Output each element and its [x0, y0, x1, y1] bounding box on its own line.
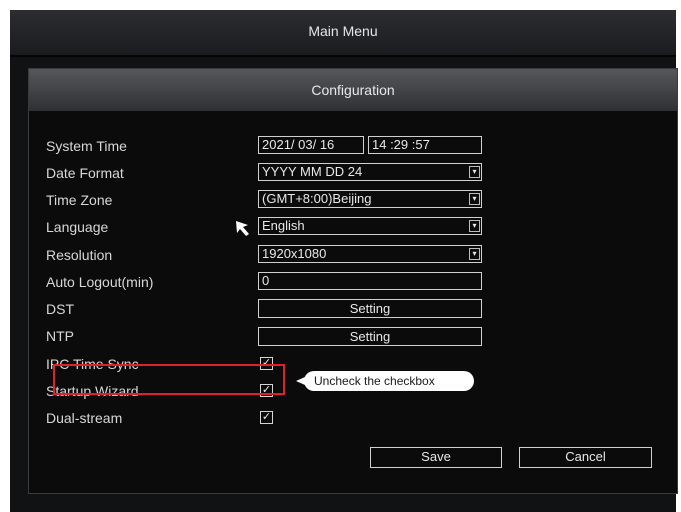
system-time-field[interactable]: 14 :29 :57	[368, 136, 482, 154]
date-format-select[interactable]: YYYY MM DD 24 ▾	[258, 163, 482, 181]
language-label: Language	[46, 219, 109, 235]
system-time-label: System Time	[46, 138, 127, 154]
dst-setting-button[interactable]: Setting	[258, 299, 482, 318]
dual-stream-label: Dual-stream	[46, 410, 123, 426]
chevron-down-icon[interactable]: ▾	[469, 248, 480, 260]
cancel-button[interactable]: Cancel	[519, 447, 652, 468]
time-zone-select[interactable]: (GMT+8:00)Beijing ▾	[258, 190, 482, 208]
dvr-screen: Main Menu Configuration System Time Date…	[10, 10, 678, 512]
resolution-select[interactable]: 1920x1080 ▾	[258, 245, 482, 263]
dual-stream-checkbox[interactable]: ✓	[260, 411, 273, 424]
date-format-value: YYYY MM DD 24	[262, 164, 363, 179]
configuration-title: Configuration	[29, 69, 677, 111]
main-menu-title: Main Menu	[10, 10, 676, 57]
time-zone-label: Time Zone	[46, 192, 113, 208]
auto-logout-input[interactable]: 0	[258, 272, 482, 290]
time-zone-value: (GMT+8:00)Beijing	[262, 191, 372, 206]
chevron-down-icon[interactable]: ▾	[469, 193, 480, 205]
system-date-field[interactable]: 2021/ 03/ 16	[258, 136, 364, 154]
language-value: English	[262, 218, 305, 233]
language-select[interactable]: English ▾	[258, 217, 482, 235]
mouse-pointer-icon	[236, 221, 249, 236]
chevron-down-icon[interactable]: ▾	[469, 166, 480, 178]
date-format-label: Date Format	[46, 165, 124, 181]
startup-wizard-highlight	[53, 364, 285, 395]
ntp-setting-button[interactable]: Setting	[258, 327, 482, 346]
dst-label: DST	[46, 301, 74, 317]
save-button[interactable]: Save	[370, 447, 502, 468]
ntp-label: NTP	[46, 328, 74, 344]
chevron-down-icon[interactable]: ▾	[469, 220, 480, 232]
instruction-callout: Uncheck the checkbox	[304, 371, 474, 391]
resolution-value: 1920x1080	[262, 246, 327, 261]
resolution-label: Resolution	[46, 247, 113, 263]
auto-logout-label: Auto Logout(min)	[46, 274, 154, 290]
